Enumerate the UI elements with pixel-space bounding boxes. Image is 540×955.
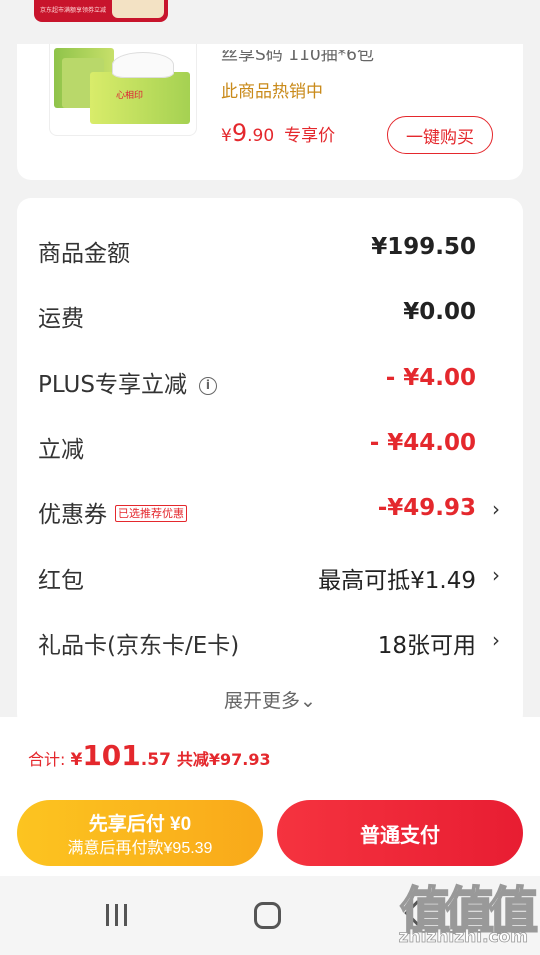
payment-bar: 先享后付 ¥0 满意后再付款¥95.39 普通支付 <box>0 791 540 876</box>
pay-later-subtitle: 满意后再付款¥95.39 <box>67 840 213 857</box>
home-icon[interactable] <box>254 902 281 929</box>
plus-discount-value: - ¥4.00 <box>385 365 476 391</box>
expand-more-button[interactable]: 展开更多⌄ <box>17 686 523 713</box>
gift-card-row[interactable]: 礼品卡(京东卡/E卡) 18张可用 › <box>17 618 523 659</box>
chevron-right-icon: › <box>492 563 500 587</box>
top-promo-banner[interactable]: 京东超市满额享领券立减 <box>34 0 168 22</box>
coupon-value: -¥49.93 <box>377 495 476 521</box>
total-saved: 共减¥97.93 <box>176 750 271 769</box>
tissue-sheet-image <box>112 52 174 78</box>
gift-card-value: 18张可用 <box>377 633 476 659</box>
red-packet-value: 最高可抵¥1.49 <box>318 568 476 594</box>
shipping-value: ¥0.00 <box>403 299 476 325</box>
coupon-label: 优惠券 已选推荐优惠 <box>38 495 187 529</box>
goods-amount-label: 商品金额 <box>38 241 130 267</box>
product-spec: 丝享S码 110抽*6包 <box>221 45 374 65</box>
coupon-row[interactable]: 优惠券 已选推荐优惠 -¥49.93 › <box>17 487 523 529</box>
recent-apps-icon[interactable] <box>104 902 130 928</box>
order-summary-card: 商品金额 ¥199.50 运费 ¥0.00 PLUS专享立减 i - ¥4.00 … <box>17 198 523 728</box>
red-packet-label: 红包 <box>38 568 84 594</box>
pay-later-button[interactable]: 先享后付 ¥0 满意后再付款¥95.39 <box>17 800 263 866</box>
pay-later-title: 先享后付 ¥0 <box>88 814 192 835</box>
watermark-url: zhizhizhi.com <box>398 927 528 948</box>
total-decimal: .57 <box>140 750 171 770</box>
total-label: 合计: <box>28 750 71 769</box>
plus-discount-label: PLUS专享立减 i <box>38 365 217 399</box>
instant-discount-row: 立减 - ¥44.00 <box>17 422 523 463</box>
normal-pay-button[interactable]: 普通支付 <box>277 800 523 866</box>
hot-sale-label: 此商品热销中 <box>221 82 323 102</box>
plus-discount-row: PLUS专享立减 i - ¥4.00 <box>17 357 523 399</box>
shipping-label: 运费 <box>38 306 84 332</box>
instant-discount-label: 立减 <box>38 437 84 463</box>
total-yen: ¥ <box>70 750 83 770</box>
price-integer: 9 <box>231 119 248 147</box>
info-icon[interactable]: i <box>198 377 217 395</box>
red-packet-row[interactable]: 红包 最高可抵¥1.49 › <box>17 553 523 594</box>
goods-amount-row: 商品金额 ¥199.50 <box>17 226 523 267</box>
total-bar: 合计: ¥101.57 共减¥97.93 <box>0 717 540 791</box>
banner-food-image <box>112 0 164 18</box>
gift-card-label: 礼品卡(京东卡/E卡) <box>38 633 240 659</box>
coupon-text: 优惠券 <box>38 502 107 528</box>
order-total: 合计: ¥101.57 共减¥97.93 <box>28 739 271 772</box>
goods-amount-value: ¥199.50 <box>371 234 476 260</box>
product-image[interactable]: 心相印 <box>49 44 197 136</box>
instant-discount-value: - ¥44.00 <box>369 430 476 456</box>
watermark: 值值值 zhizhizhi.com <box>390 871 539 951</box>
recommended-badge: 已选推荐优惠 <box>115 505 187 522</box>
price-decimal: .90 <box>247 126 275 146</box>
price-tag: 专享价 <box>284 126 336 146</box>
brand-label: 心相印 <box>116 91 144 101</box>
product-price: ¥9.90 专享价 <box>221 119 335 147</box>
chevron-right-icon: › <box>492 628 500 652</box>
price-symbol: ¥ <box>221 126 232 146</box>
banner-text: 京东超市满额享领券立减 <box>40 7 107 14</box>
total-integer: 101 <box>82 739 141 772</box>
product-card: 心相印 丝享S码 110抽*6包 此商品热销中 ¥9.90 专享价 一键购买 <box>17 44 523 180</box>
shipping-row: 运费 ¥0.00 <box>17 291 523 332</box>
plus-discount-text: PLUS专享立减 <box>38 372 187 398</box>
one-click-buy-button[interactable]: 一键购买 <box>387 116 493 154</box>
chevron-right-icon: › <box>492 497 500 521</box>
